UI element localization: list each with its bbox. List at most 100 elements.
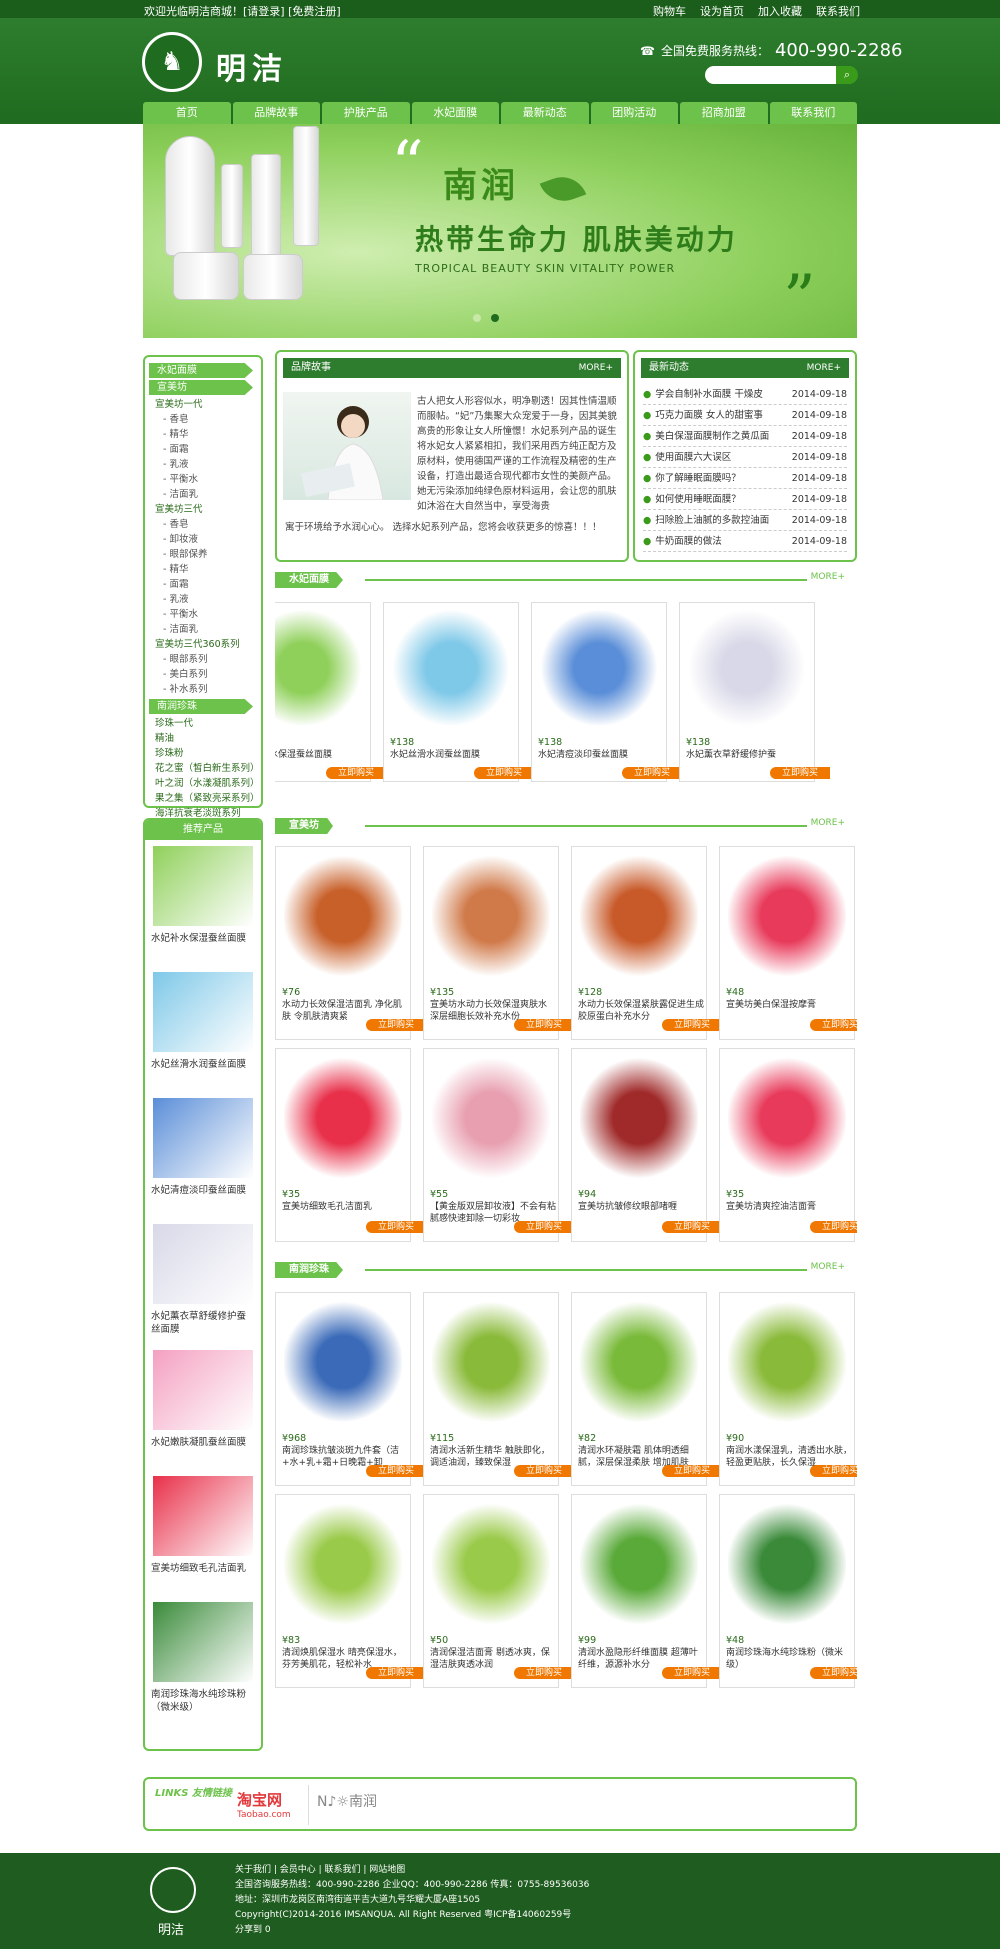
product-image[interactable] bbox=[580, 1055, 698, 1181]
section-more-link[interactable]: MORE+ bbox=[811, 572, 845, 582]
recommended-item-image[interactable] bbox=[153, 1350, 253, 1430]
product-image[interactable] bbox=[284, 853, 402, 979]
product-image[interactable] bbox=[432, 1299, 550, 1425]
product-image[interactable] bbox=[432, 853, 550, 979]
contact-link[interactable]: 联系我们 bbox=[816, 3, 860, 19]
recommended-item[interactable]: 水妃丝滑水润蚕丝面膜 bbox=[151, 972, 255, 1071]
recommended-item-name[interactable]: 水妃嫩肤凝肌蚕丝面膜 bbox=[151, 1436, 255, 1449]
category-item[interactable]: - 美白系列 bbox=[149, 667, 257, 682]
carousel-dot[interactable] bbox=[473, 314, 481, 322]
product-card[interactable]: ¥138水妃补水保湿蚕丝面膜立即购买 bbox=[275, 602, 386, 782]
category-item[interactable]: - 洁面乳 bbox=[149, 622, 257, 637]
product-name[interactable]: 水妃薰衣草舒缓修护蚕 bbox=[686, 749, 812, 761]
section-more-link[interactable]: MORE+ bbox=[811, 818, 845, 828]
nav-skincare[interactable]: 护肤产品 bbox=[322, 102, 410, 124]
buy-now-button[interactable]: 立即购买 bbox=[662, 1221, 722, 1233]
buy-now-button[interactable]: 立即购买 bbox=[810, 1019, 857, 1031]
category-item[interactable]: - 补水系列 bbox=[149, 682, 257, 697]
recommended-item[interactable]: 宣美坊细致毛孔洁面乳 bbox=[151, 1476, 255, 1575]
product-image[interactable] bbox=[688, 609, 806, 727]
product-card[interactable]: ¥968 南润珍珠抗皱淡斑九件套（洁+水+乳+霜+日晚霜+卸 立即购买 bbox=[275, 1292, 426, 1486]
news-item-title[interactable]: 使用面膜六大误区 bbox=[655, 452, 731, 463]
buy-now-button[interactable]: 立即购买 bbox=[770, 767, 830, 779]
product-card[interactable]: ¥50 清润保湿洁面膏 剔透冰爽，保湿洁肤爽透冰润 立即购买 bbox=[423, 1494, 574, 1688]
recommended-item[interactable]: 水妃补水保湿蚕丝面膜 bbox=[151, 846, 255, 945]
category-item[interactable]: - 平衡水 bbox=[149, 607, 257, 622]
product-image[interactable] bbox=[580, 1299, 698, 1425]
recommended-item[interactable]: 水妃嫩肤凝肌蚕丝面膜 bbox=[151, 1350, 255, 1449]
recommended-item-name[interactable]: 水妃薰衣草舒缓修护蚕丝面膜 bbox=[151, 1310, 255, 1336]
category-item[interactable]: 宣美坊三代360系列 bbox=[149, 637, 257, 652]
brand-story-more-link[interactable]: MORE+ bbox=[579, 358, 613, 378]
nav-home[interactable]: 首页 bbox=[143, 102, 231, 124]
product-image[interactable] bbox=[540, 609, 658, 727]
product-image[interactable] bbox=[432, 1055, 550, 1181]
hero-banner[interactable]: “ 南润 热带生命力 肌肤美动力 TROPICAL BEAUTY SKIN VI… bbox=[143, 124, 857, 338]
buy-now-button[interactable]: 立即购买 bbox=[514, 1667, 574, 1679]
product-name[interactable]: 宣美坊细致毛孔洁面乳 bbox=[282, 1201, 408, 1213]
welcome-text[interactable]: 欢迎光临明洁商城！[请登录] [免费注册] bbox=[144, 3, 341, 19]
category-item[interactable]: - 香皂 bbox=[149, 412, 257, 427]
buy-now-button[interactable]: 立即购买 bbox=[366, 1667, 426, 1679]
footer-share[interactable]: 分享到 0 bbox=[235, 1923, 589, 1938]
category-item[interactable]: 果之集（紧致亮采系列） bbox=[149, 791, 260, 806]
category-heading[interactable]: 宣美坊 bbox=[149, 380, 253, 395]
logo-icon[interactable]: ♞ bbox=[142, 32, 202, 92]
category-item[interactable]: - 洁面乳 bbox=[149, 487, 257, 502]
category-item[interactable]: - 面霜 bbox=[149, 577, 257, 592]
news-item[interactable]: ● 扫除脸上油腻的多款控油面 2014-09-18 bbox=[643, 510, 847, 531]
product-card[interactable]: ¥138 水妃清痘淡印蚕丝面膜 立即购买 bbox=[531, 602, 682, 782]
category-item[interactable]: - 平衡水 bbox=[149, 472, 257, 487]
taobao-link[interactable]: 淘宝网 Taobao.com bbox=[237, 1785, 309, 1825]
product-image[interactable] bbox=[275, 609, 362, 727]
recommended-item-image[interactable] bbox=[153, 1098, 253, 1178]
buy-now-button[interactable]: 立即购买 bbox=[622, 767, 682, 779]
buy-now-button[interactable]: 立即购买 bbox=[514, 1465, 574, 1477]
category-item[interactable]: 叶之润（水漾凝肌系列） bbox=[149, 776, 260, 791]
news-item[interactable]: ● 你了解睡眠面膜吗？ 2014-09-18 bbox=[643, 468, 847, 489]
product-card[interactable]: ¥115 清润水活新生精华 触肤即化，调适油润，臻致保湿 立即购买 bbox=[423, 1292, 574, 1486]
product-image[interactable] bbox=[284, 1055, 402, 1181]
category-item[interactable]: - 精华 bbox=[149, 562, 257, 577]
news-item-title[interactable]: 你了解睡眠面膜吗？ bbox=[655, 473, 741, 484]
add-favorite-link[interactable]: 加入收藏 bbox=[758, 3, 802, 19]
product-card[interactable]: ¥35 宣美坊清爽控油洁面膏 立即购买 bbox=[719, 1048, 857, 1242]
recommended-item[interactable]: 水妃清痘淡印蚕丝面膜 bbox=[151, 1098, 255, 1197]
footer-nav[interactable]: 关于我们 | 会员中心 | 联系我们 | 网站地图 bbox=[235, 1863, 589, 1878]
nav-contact[interactable]: 联系我们 bbox=[769, 102, 857, 124]
product-image[interactable] bbox=[284, 1501, 402, 1627]
recommended-item-image[interactable] bbox=[153, 846, 253, 926]
recommended-item-name[interactable]: 水妃清痘淡印蚕丝面膜 bbox=[151, 1184, 255, 1197]
product-name[interactable]: 水妃补水保湿蚕丝面膜 bbox=[275, 749, 368, 761]
product-card[interactable]: ¥138 水妃薰衣草舒缓修护蚕 立即购买 bbox=[679, 602, 830, 782]
search-button[interactable]: ⌕ bbox=[836, 66, 858, 84]
product-card[interactable]: ¥55 【黄金版双层卸妆液】不会有粘腻感快速卸除一切彩妆 立即购买 bbox=[423, 1048, 574, 1242]
category-item[interactable]: - 卸妆液 bbox=[149, 532, 257, 547]
category-item[interactable]: - 乳液 bbox=[149, 592, 257, 607]
recommended-item-name[interactable]: 水妃补水保湿蚕丝面膜 bbox=[151, 932, 255, 945]
category-item[interactable]: 珍珠一代 bbox=[149, 716, 257, 731]
recommended-item-name[interactable]: 南润珍珠海水纯珍珠粉（微米级） bbox=[151, 1688, 255, 1714]
category-heading[interactable]: 水妃面膜 bbox=[149, 363, 253, 378]
recommended-item-image[interactable] bbox=[153, 1224, 253, 1304]
category-item[interactable]: - 精华 bbox=[149, 427, 257, 442]
news-item-title[interactable]: 扫除脸上油腻的多款控油面 bbox=[655, 515, 769, 526]
category-item[interactable]: - 眼部系列 bbox=[149, 652, 257, 667]
product-card[interactable]: ¥90 南润水漾保湿乳，清透出水肤，轻盈更贴肤，长久保湿 立即购买 bbox=[719, 1292, 857, 1486]
search-input[interactable] bbox=[705, 66, 857, 84]
product-card[interactable]: ¥76 水动力长效保湿洁面乳 净化肌肤 令肌肤清爽紧 立即购买 bbox=[275, 846, 426, 1040]
product-name[interactable]: 宣美坊清爽控油洁面膏 bbox=[726, 1201, 852, 1213]
product-card[interactable]: ¥138 水妃丝滑水润蚕丝面膜 立即购买 bbox=[383, 602, 534, 782]
category-item[interactable]: - 面霜 bbox=[149, 442, 257, 457]
buy-now-button[interactable]: 立即购买 bbox=[366, 1465, 426, 1477]
category-item[interactable]: - 眼部保养 bbox=[149, 547, 257, 562]
product-card[interactable]: ¥35 宣美坊细致毛孔洁面乳 立即购买 bbox=[275, 1048, 426, 1242]
product-card[interactable]: ¥94 宣美坊抗皱修纹眼部啫喱 立即购买 bbox=[571, 1048, 722, 1242]
category-item[interactable]: 珍珠粉 bbox=[149, 746, 257, 761]
buy-now-button[interactable]: 立即购买 bbox=[662, 1465, 722, 1477]
cart-link[interactable]: 购物车 bbox=[653, 3, 686, 19]
recommended-item-name[interactable]: 水妃丝滑水润蚕丝面膜 bbox=[151, 1058, 255, 1071]
recommended-item-name[interactable]: 宣美坊细致毛孔洁面乳 bbox=[151, 1562, 255, 1575]
nav-franchise[interactable]: 招商加盟 bbox=[680, 102, 768, 124]
news-item-title[interactable]: 牛奶面膜的做法 bbox=[655, 536, 722, 547]
